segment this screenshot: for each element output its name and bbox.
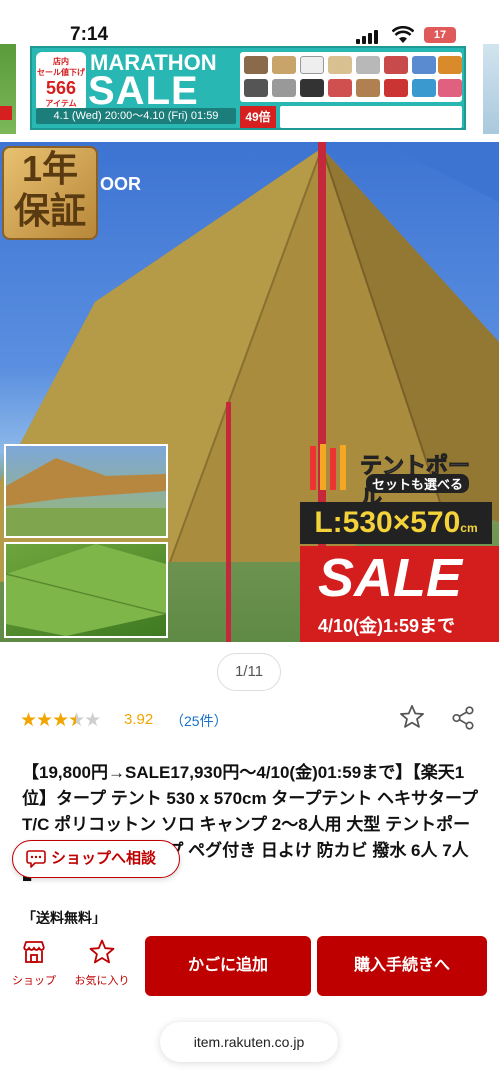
rating-row[interactable]: ★★★★★★ 3.92 （25件） — [20, 705, 480, 733]
battery-indicator: 17 — [424, 27, 456, 43]
favorite-star-icon[interactable] — [398, 703, 426, 731]
status-bar: 7:14 17 — [0, 0, 499, 45]
sale-item-count-badge: 店内 セール値下げ 566 アイテム — [36, 52, 86, 112]
rating-value: 3.92 — [124, 711, 154, 728]
banner-date-range: 4.1 (Wed) 20:00～4.10 (Fri) 01:59 — [36, 108, 236, 124]
signal-icon — [356, 30, 380, 44]
marathon-sale-banner[interactable]: 店内 セール値下げ 566 アイテム MARATHON SALE 4.1 (Wed… — [30, 46, 466, 130]
product-image-carousel[interactable]: 1年 保証 OOR テントポール セットも選べる L:530×570cm SAL… — [0, 142, 499, 642]
shop-tab-label: ショップ — [12, 975, 56, 987]
share-icon[interactable] — [450, 705, 476, 731]
banner-info-strip — [280, 106, 462, 128]
sale-deadline-box: SALE 4/10(金)1:59まで — [300, 546, 499, 642]
url-bar[interactable]: item.rakuten.co.jp — [160, 1022, 338, 1062]
bottom-action-bar: ショップ お気に入り かごに追加 購入手続きへ — [0, 924, 499, 1014]
warranty-badge: 1年 保証 — [2, 146, 98, 240]
shop-consult-label: ショップへ相談 — [51, 850, 157, 867]
inset-photo-green-tarp — [4, 542, 168, 638]
tarp-pole — [318, 142, 326, 562]
points-multiplier: 49倍 — [240, 106, 276, 128]
promo-banner-carousel[interactable]: 店内 セール値下げ 566 アイテム MARATHON SALE 4.1 (Wed… — [0, 44, 499, 134]
tent-pole-icon — [310, 444, 346, 490]
add-to-cart-button[interactable]: かごに追加 — [145, 936, 311, 996]
checkout-button[interactable]: 購入手続きへ — [317, 936, 487, 996]
wifi-icon — [392, 26, 414, 43]
banner-prev-peek[interactable] — [0, 44, 16, 134]
chat-bubble-icon — [26, 850, 46, 868]
shop-tab[interactable]: ショップ — [8, 938, 60, 998]
status-time: 7:14 — [70, 24, 109, 45]
brand-logo-fragment: OOR — [100, 174, 142, 194]
inset-photo-tarp-camp — [4, 444, 168, 538]
tarp-pole-secondary — [226, 402, 231, 642]
image-page-indicator: 1/11 — [217, 653, 281, 691]
shop-consult-button[interactable]: ショップへ相談 — [12, 840, 180, 878]
banner-next-peek[interactable] — [483, 44, 499, 134]
tent-pole-option-label: テントポール セットも選べる — [300, 442, 490, 511]
banner-title-main: SALE — [88, 69, 199, 113]
favorite-tab-label: お気に入り — [74, 975, 130, 987]
size-label: L:530×570cm — [300, 502, 492, 544]
shop-icon — [23, 941, 45, 963]
rating-stars: ★★★★★★ — [20, 710, 101, 731]
favorite-icon — [89, 939, 115, 964]
review-count-link[interactable]: （25件） — [170, 711, 228, 731]
favorite-tab[interactable]: お気に入り — [68, 938, 136, 998]
banner-product-grid — [240, 52, 462, 102]
